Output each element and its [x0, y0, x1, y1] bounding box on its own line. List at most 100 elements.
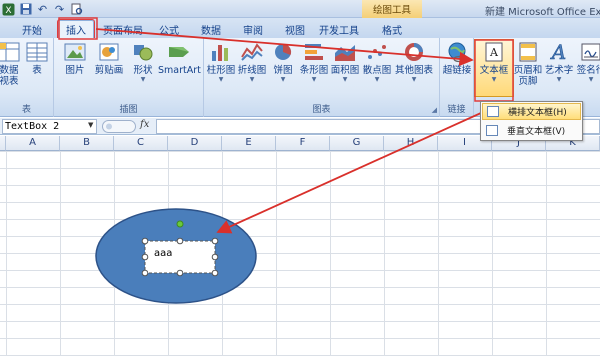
globe-link-icon [448, 42, 466, 63]
area-chart-icon [335, 45, 355, 61]
wordart-icon: A [549, 41, 566, 63]
tab-review[interactable]: 审阅 [236, 20, 270, 38]
menu-item-horizontal-textbox-label: 横排文本框(H) [508, 108, 567, 118]
textbox-button[interactable]: A 文本框 ▼ [477, 41, 511, 84]
bar-chart-label: 条形图 [299, 65, 329, 76]
tab-data[interactable]: 数据 [194, 20, 228, 38]
tab-view[interactable]: 视图 [278, 20, 312, 38]
column-chart-icon [212, 45, 228, 61]
textbox-content[interactable]: aaa [154, 248, 172, 259]
wordart-button[interactable]: A 艺术字 ▼ [542, 41, 576, 84]
ribbon-tabs: 开始 插入 页面布局 公式 数据 审阅 视图 开发工具 格式 [0, 18, 600, 39]
menu-item-horizontal-textbox[interactable]: 横排文本框(H) [482, 103, 581, 120]
clipart-button[interactable]: 剪贴画 [92, 41, 126, 76]
line-chart-button[interactable]: 折线图 ▼ [235, 41, 269, 84]
column-header-e[interactable]: E [222, 136, 276, 151]
column-header-c[interactable]: C [114, 136, 168, 151]
column-header-f[interactable]: F [276, 136, 330, 151]
other-charts-dropdown-icon: ▼ [411, 76, 417, 83]
textbox-icon: A [485, 42, 503, 62]
excel-logo-icon[interactable]: X [2, 3, 15, 16]
tab-home[interactable]: 开始 [16, 20, 48, 38]
print-preview-icon[interactable] [70, 3, 83, 16]
header-footer-button[interactable]: 页眉和 页脚 [511, 41, 545, 87]
shapes-button[interactable]: 形状 ▼ [126, 41, 160, 84]
tab-developer[interactable]: 开发工具 [316, 20, 362, 38]
shapes-label: 形状 [133, 65, 153, 76]
table-button[interactable]: 表 [20, 41, 54, 76]
pie-chart-label: 饼图 [273, 65, 293, 76]
tab-page-layout[interactable]: 页面布局 [100, 20, 146, 38]
textbox-label: 文本框 [479, 65, 509, 76]
group-illustrations: 图片 剪贴画 形状 ▼ SmartArt 插图 [54, 38, 204, 117]
wordart-dropdown-icon: ▼ [556, 76, 562, 83]
scatter-chart-button[interactable]: 散点图 ▼ [360, 41, 394, 84]
undo-icon[interactable]: ↶ [36, 3, 49, 16]
tab-format[interactable]: 格式 [372, 20, 412, 38]
bar-chart-icon [305, 44, 323, 60]
group-charts-label: 图表 [312, 105, 331, 115]
picture-label: 图片 [65, 65, 85, 76]
column-header-h[interactable]: H [384, 136, 438, 151]
name-box-dropdown-icon[interactable]: ▼ [88, 121, 93, 129]
quick-access-toolbar: X ↶ ↷ [2, 1, 83, 17]
header-footer-icon [519, 42, 537, 62]
signature-line-icon [581, 43, 600, 61]
worksheet-grid[interactable] [0, 151, 600, 356]
header-footer-label-2: 页脚 [518, 76, 538, 87]
area-chart-button[interactable]: 面积图 ▼ [328, 41, 362, 84]
line-chart-icon [241, 43, 263, 61]
menu-item-vertical-textbox-label: 垂直文本框(V) [507, 127, 566, 137]
svg-text:X: X [5, 6, 11, 16]
column-chart-dropdown-icon: ▼ [218, 76, 224, 83]
name-box[interactable]: TextBox 2 [2, 119, 97, 134]
column-chart-button[interactable]: 柱形图 ▼ [204, 41, 238, 84]
area-chart-dropdown-icon: ▼ [342, 76, 348, 83]
clipart-label: 剪贴画 [94, 65, 124, 76]
title-bar: X ↶ ↷ 绘图工具 新建 Microsoft Office Excel 2 [0, 0, 600, 18]
svg-text:A: A [489, 46, 499, 59]
menu-item-vertical-textbox[interactable]: 垂直文本框(V) [482, 122, 581, 139]
formula-bar-expand-icon[interactable] [102, 120, 136, 133]
pivot-table-icon [0, 42, 20, 62]
textbox-dropdown-menu: 横排文本框(H) 垂直文本框(V) [480, 101, 583, 141]
pivot-table-label-2: 视表 [0, 76, 19, 87]
signature-line-dropdown-icon: ▼ [588, 76, 594, 83]
save-icon[interactable] [19, 3, 32, 16]
picture-button[interactable]: 图片 [58, 41, 92, 76]
vertical-textbox-icon [486, 125, 498, 136]
svg-text:A: A [550, 41, 566, 63]
pie-chart-button[interactable]: 饼图 ▼ [266, 41, 300, 84]
group-charts: 柱形图 ▼ 折线图 ▼ 饼图 ▼ 条形图 ▼ 面积图 ▼ 散点图 ▼ 其他图表 … [204, 38, 440, 117]
smartart-button[interactable]: SmartArt [158, 41, 201, 76]
scatter-chart-label: 散点图 [362, 65, 392, 76]
scatter-chart-icon [368, 45, 386, 59]
hyperlink-label: 超链接 [442, 65, 472, 76]
other-charts-button[interactable]: 其他图表 ▼ [394, 41, 434, 84]
charts-dialog-launcher-icon[interactable]: ◢ [432, 106, 437, 114]
clipart-icon [99, 43, 119, 61]
group-tables: 数据 视表 表 表 [0, 38, 54, 117]
column-header-a[interactable]: A [6, 136, 60, 151]
pie-chart-dropdown-icon: ▼ [280, 76, 286, 83]
window-title: 新建 Microsoft Office Excel 2 [485, 7, 600, 18]
line-chart-label: 折线图 [237, 65, 267, 76]
column-header-g[interactable]: G [330, 136, 384, 151]
hyperlink-button[interactable]: 超链接 [440, 41, 474, 76]
drawing-tools-context-label: 绘图工具 [362, 0, 422, 18]
column-header-b[interactable]: B [60, 136, 114, 151]
table-label: 表 [32, 65, 42, 76]
column-header-d[interactable]: D [168, 136, 222, 151]
fx-icon[interactable]: fx [140, 119, 149, 130]
shapes-dropdown-icon: ▼ [140, 76, 146, 83]
smartart-label: SmartArt [158, 65, 201, 76]
wordart-label: 艺术字 [544, 65, 574, 76]
tab-formulas[interactable]: 公式 [152, 20, 186, 38]
other-charts-label: 其他图表 [394, 65, 433, 76]
signature-line-button[interactable]: 签名行 ▼ [574, 41, 600, 84]
bar-chart-button[interactable]: 条形图 ▼ [297, 41, 331, 84]
redo-icon[interactable]: ↷ [53, 3, 66, 16]
tab-insert[interactable]: 插入 [57, 19, 95, 39]
picture-icon [64, 43, 86, 61]
group-illustrations-label: 插图 [119, 105, 138, 115]
